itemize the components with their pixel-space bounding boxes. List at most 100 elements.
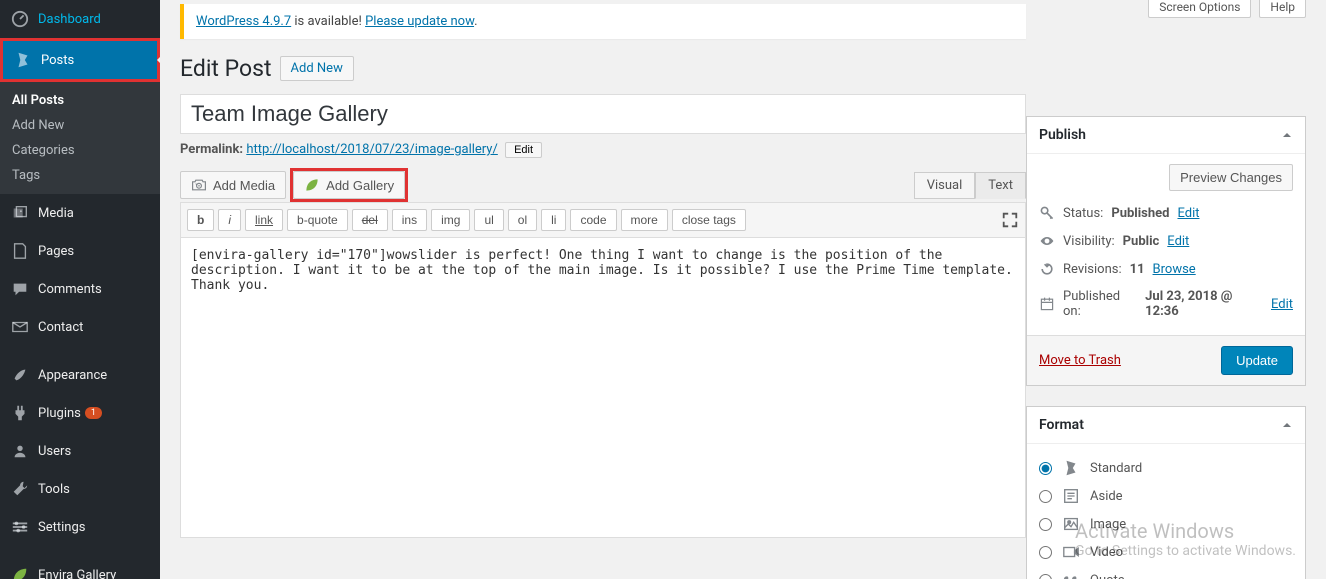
help-button[interactable]: Help xyxy=(1259,0,1306,18)
published-edit-link[interactable]: Edit xyxy=(1271,297,1293,312)
publish-heading: Publish xyxy=(1039,127,1086,143)
tb-close-tags[interactable]: close tags xyxy=(672,209,746,231)
sidebar-label: Tools xyxy=(38,482,70,497)
sidebar-label: Pages xyxy=(38,244,74,259)
comments-icon xyxy=(10,279,30,299)
format-option-aside[interactable]: Aside xyxy=(1039,482,1293,510)
sidebar-sub-categories[interactable]: Categories xyxy=(0,138,160,163)
dashboard-icon xyxy=(10,9,30,29)
update-now-link[interactable]: Please update now xyxy=(365,14,474,29)
sidebar-label: Plugins xyxy=(38,406,81,421)
sidebar-label: Dashboard xyxy=(38,12,101,27)
sidebar-label: Users xyxy=(38,444,71,459)
toggle-arrow-icon[interactable] xyxy=(1281,129,1293,141)
status-edit-link[interactable]: Edit xyxy=(1177,206,1199,221)
publish-box: Publish Preview Changes Status: Publishe… xyxy=(1026,116,1306,386)
post-title-input[interactable] xyxy=(180,94,1026,134)
status-label: Status: xyxy=(1063,206,1103,221)
revisions-browse-link[interactable]: Browse xyxy=(1153,262,1196,277)
permalink-label: Permalink: xyxy=(180,142,243,157)
contact-icon xyxy=(10,317,30,337)
permalink-edit-button[interactable]: Edit xyxy=(505,142,542,158)
format-option-video[interactable]: Video xyxy=(1039,538,1293,566)
permalink-row: Permalink: http://localhost/2018/07/23/i… xyxy=(180,142,1026,158)
tb-del[interactable]: del xyxy=(352,209,388,231)
tb-italic[interactable]: i xyxy=(218,209,241,231)
pages-icon xyxy=(10,241,30,261)
sidebar-item-appearance[interactable]: Appearance xyxy=(0,356,160,394)
sidebar-item-users[interactable]: Users xyxy=(0,432,160,470)
format-label: Aside xyxy=(1090,489,1123,504)
sidebar-sub-tags[interactable]: Tags xyxy=(0,163,160,188)
toggle-arrow-icon[interactable] xyxy=(1281,419,1293,431)
plugins-badge: 1 xyxy=(85,407,102,419)
permalink-url[interactable]: http://localhost/2018/07/23/image-galler… xyxy=(246,142,498,157)
visibility-icon xyxy=(1039,233,1055,249)
leaf-icon xyxy=(304,177,320,193)
visibility-edit-link[interactable]: Edit xyxy=(1167,234,1189,249)
format-radio[interactable] xyxy=(1039,546,1052,559)
format-option-standard[interactable]: Standard xyxy=(1039,454,1293,482)
calendar-icon xyxy=(1039,296,1055,312)
format-label: Video xyxy=(1090,545,1123,560)
media-icon xyxy=(10,203,30,223)
tb-li[interactable]: li xyxy=(541,209,566,231)
sidebar-item-dashboard[interactable]: Dashboard xyxy=(0,0,160,38)
tb-more[interactable]: more xyxy=(621,209,668,231)
sidebar-sub-all-posts[interactable]: All Posts xyxy=(0,88,160,113)
tb-link[interactable]: link xyxy=(245,209,283,231)
sidebar-label: Contact xyxy=(38,320,83,335)
format-option-quote[interactable]: Quote xyxy=(1039,566,1293,579)
sidebar-sub-add-new[interactable]: Add New xyxy=(0,113,160,138)
tb-ol[interactable]: ol xyxy=(508,209,537,231)
sidebar-submenu-posts: All Posts Add New Categories Tags xyxy=(0,82,160,194)
sidebar-item-envira[interactable]: Envira Gallery xyxy=(0,556,160,579)
format-heading: Format xyxy=(1039,417,1084,433)
tb-img[interactable]: img xyxy=(431,209,470,231)
settings-icon xyxy=(10,517,30,537)
revisions-icon xyxy=(1039,261,1055,277)
camera-icon xyxy=(191,177,207,193)
tb-ins[interactable]: ins xyxy=(392,209,427,231)
wordpress-version-link[interactable]: WordPress 4.9.7 xyxy=(196,14,291,29)
sidebar-item-tools[interactable]: Tools xyxy=(0,470,160,508)
move-to-trash-link[interactable]: Move to Trash xyxy=(1039,353,1121,368)
revisions-value: 11 xyxy=(1130,262,1145,277)
sidebar-label: Media xyxy=(38,206,74,221)
format-option-image[interactable]: Image xyxy=(1039,510,1293,538)
update-button[interactable]: Update xyxy=(1221,346,1293,375)
sidebar-item-settings[interactable]: Settings xyxy=(0,508,160,546)
sidebar-item-posts[interactable]: Posts xyxy=(3,41,157,79)
tools-icon xyxy=(10,479,30,499)
sidebar-item-comments[interactable]: Comments xyxy=(0,270,160,308)
add-new-button[interactable]: Add New xyxy=(280,56,354,81)
visibility-value: Public xyxy=(1123,234,1160,249)
tb-bold[interactable]: b xyxy=(187,209,214,231)
tb-bquote[interactable]: b-quote xyxy=(287,209,348,231)
users-icon xyxy=(10,441,30,461)
plugins-icon xyxy=(10,403,30,423)
tb-code[interactable]: code xyxy=(570,209,616,231)
add-gallery-button[interactable]: Add Gallery xyxy=(293,171,405,199)
sidebar-label: Posts xyxy=(41,53,74,68)
format-radio[interactable] xyxy=(1039,462,1052,475)
format-radio[interactable] xyxy=(1039,518,1052,531)
tb-ul[interactable]: ul xyxy=(474,209,503,231)
sidebar-item-media[interactable]: Media xyxy=(0,194,160,232)
pin-icon xyxy=(1062,459,1080,477)
format-radio[interactable] xyxy=(1039,574,1052,579)
sidebar-item-plugins[interactable]: Plugins 1 xyxy=(0,394,160,432)
preview-changes-button[interactable]: Preview Changes xyxy=(1169,164,1293,191)
screen-options-button[interactable]: Screen Options xyxy=(1148,0,1251,18)
tab-visual[interactable]: Visual xyxy=(914,172,976,199)
post-content-textarea[interactable] xyxy=(180,238,1026,538)
image-icon xyxy=(1062,515,1080,533)
update-notice: WordPress 4.9.7 is available! Please upd… xyxy=(180,4,1026,39)
envira-leaf-icon xyxy=(10,565,30,579)
fullscreen-icon[interactable] xyxy=(1001,211,1019,229)
add-media-button[interactable]: Add Media xyxy=(180,171,286,199)
format-radio[interactable] xyxy=(1039,490,1052,503)
tab-text[interactable]: Text xyxy=(975,172,1026,199)
sidebar-item-contact[interactable]: Contact xyxy=(0,308,160,346)
sidebar-item-pages[interactable]: Pages xyxy=(0,232,160,270)
